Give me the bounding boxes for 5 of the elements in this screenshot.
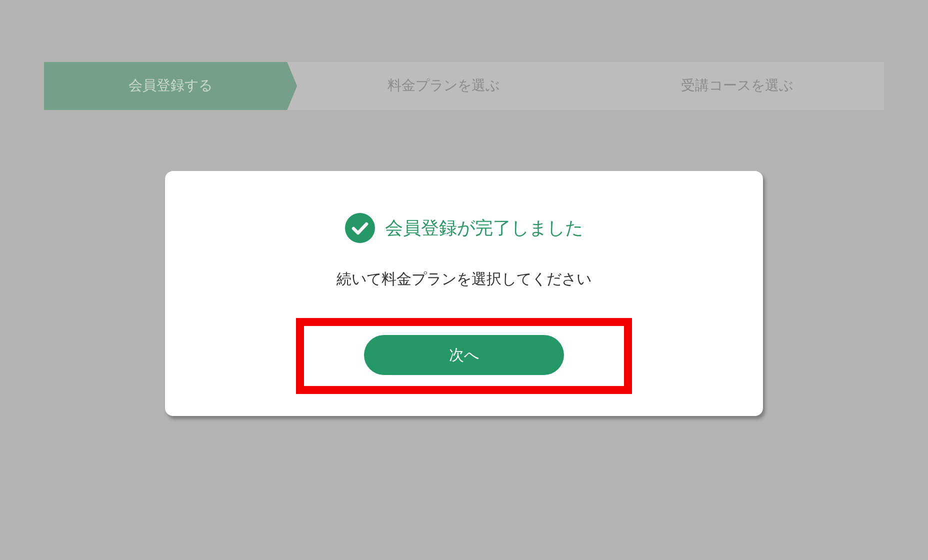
step-tab[interactable]: 会員登録する [44,62,298,110]
check-icon [345,213,375,243]
next-button[interactable]: 次へ [364,335,564,375]
dialog-message: 続いて料金プランを選択してください [336,270,592,289]
dialog-title: 会員登録が完了しました [385,217,583,240]
